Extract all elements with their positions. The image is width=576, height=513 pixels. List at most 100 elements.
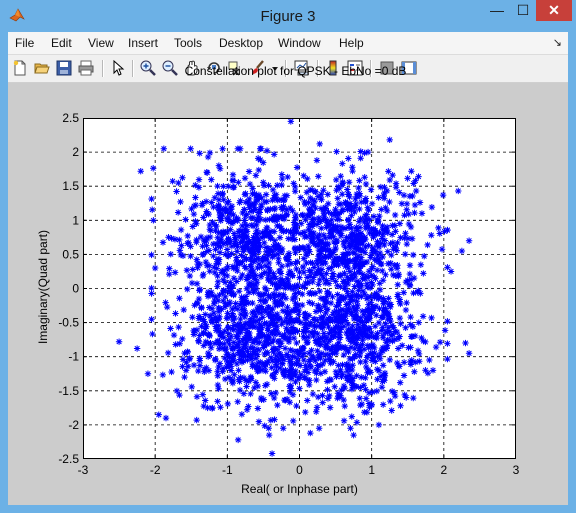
data-point xyxy=(387,397,394,405)
data-point xyxy=(360,382,368,389)
data-point xyxy=(349,375,357,382)
data-point xyxy=(283,211,291,218)
data-point xyxy=(159,371,167,379)
data-point xyxy=(305,381,313,389)
data-point xyxy=(278,248,286,256)
data-point xyxy=(351,270,358,277)
data-point xyxy=(202,397,209,404)
data-point xyxy=(254,217,262,225)
data-point xyxy=(182,216,189,223)
data-point xyxy=(234,243,241,250)
data-point xyxy=(191,327,198,335)
data-point xyxy=(340,238,347,245)
data-point xyxy=(177,251,185,259)
data-point xyxy=(291,244,299,252)
data-point xyxy=(313,370,320,377)
data-point xyxy=(391,336,398,343)
data-point xyxy=(283,314,290,322)
data-point xyxy=(344,186,351,193)
data-point xyxy=(444,355,451,363)
data-point xyxy=(216,249,224,256)
data-point xyxy=(318,196,325,203)
data-point xyxy=(381,241,388,249)
data-point xyxy=(271,320,279,327)
data-point xyxy=(325,246,333,254)
data-point xyxy=(318,322,325,330)
data-point xyxy=(178,242,185,249)
data-point xyxy=(309,329,316,337)
data-point xyxy=(322,351,330,358)
data-point xyxy=(171,269,179,276)
data-point xyxy=(290,353,298,360)
data-point xyxy=(363,258,371,266)
data-point xyxy=(183,267,191,274)
data-point xyxy=(334,210,342,217)
data-point xyxy=(324,219,332,227)
data-point xyxy=(379,362,387,369)
data-point xyxy=(272,389,279,397)
data-point xyxy=(252,172,260,179)
data-point xyxy=(428,232,435,239)
data-point xyxy=(258,263,265,271)
data-point xyxy=(325,337,333,345)
data-point xyxy=(264,304,272,311)
data-point xyxy=(247,390,254,398)
data-point xyxy=(252,379,260,386)
data-point xyxy=(438,246,446,253)
data-point xyxy=(439,191,447,199)
data-point xyxy=(294,258,301,265)
plot-axes[interactable] xyxy=(83,118,516,459)
data-point xyxy=(201,368,208,375)
data-point xyxy=(462,339,469,347)
data-point xyxy=(261,239,268,247)
data-point xyxy=(292,294,299,302)
data-point xyxy=(383,187,391,195)
data-point xyxy=(313,404,321,411)
data-point xyxy=(193,416,200,424)
data-point xyxy=(115,338,123,345)
data-point xyxy=(407,276,415,283)
data-point xyxy=(216,305,223,312)
data-point xyxy=(341,402,348,410)
data-point xyxy=(294,375,302,383)
data-point xyxy=(287,346,294,354)
data-point xyxy=(210,300,218,308)
data-point xyxy=(217,215,225,222)
data-point xyxy=(313,408,320,415)
data-point xyxy=(322,253,329,260)
data-point xyxy=(270,394,278,402)
data-point xyxy=(356,352,363,360)
data-point xyxy=(300,172,307,179)
data-point xyxy=(238,411,246,418)
data-point xyxy=(415,350,423,358)
data-point xyxy=(197,233,205,241)
data-point xyxy=(394,281,401,288)
data-point xyxy=(249,360,256,368)
data-point xyxy=(196,260,204,268)
data-point xyxy=(362,374,369,382)
data-point xyxy=(280,356,288,363)
data-point xyxy=(348,225,355,232)
data-point xyxy=(214,182,221,190)
data-point xyxy=(389,239,397,246)
data-point xyxy=(409,251,417,259)
data-point xyxy=(346,193,353,201)
data-point xyxy=(345,276,352,283)
data-point xyxy=(258,271,265,278)
data-point xyxy=(357,148,364,155)
data-point xyxy=(380,298,387,305)
data-point xyxy=(202,325,209,332)
data-point xyxy=(411,209,418,217)
data-point xyxy=(293,402,300,410)
data-point xyxy=(328,264,335,271)
data-point xyxy=(190,361,198,369)
data-point xyxy=(169,178,176,185)
data-point xyxy=(257,358,264,366)
data-point xyxy=(317,314,325,321)
data-point xyxy=(293,307,301,314)
data-point xyxy=(396,314,404,322)
data-point xyxy=(407,223,415,231)
data-point xyxy=(293,339,300,347)
data-point xyxy=(174,209,182,216)
data-point xyxy=(186,272,194,280)
